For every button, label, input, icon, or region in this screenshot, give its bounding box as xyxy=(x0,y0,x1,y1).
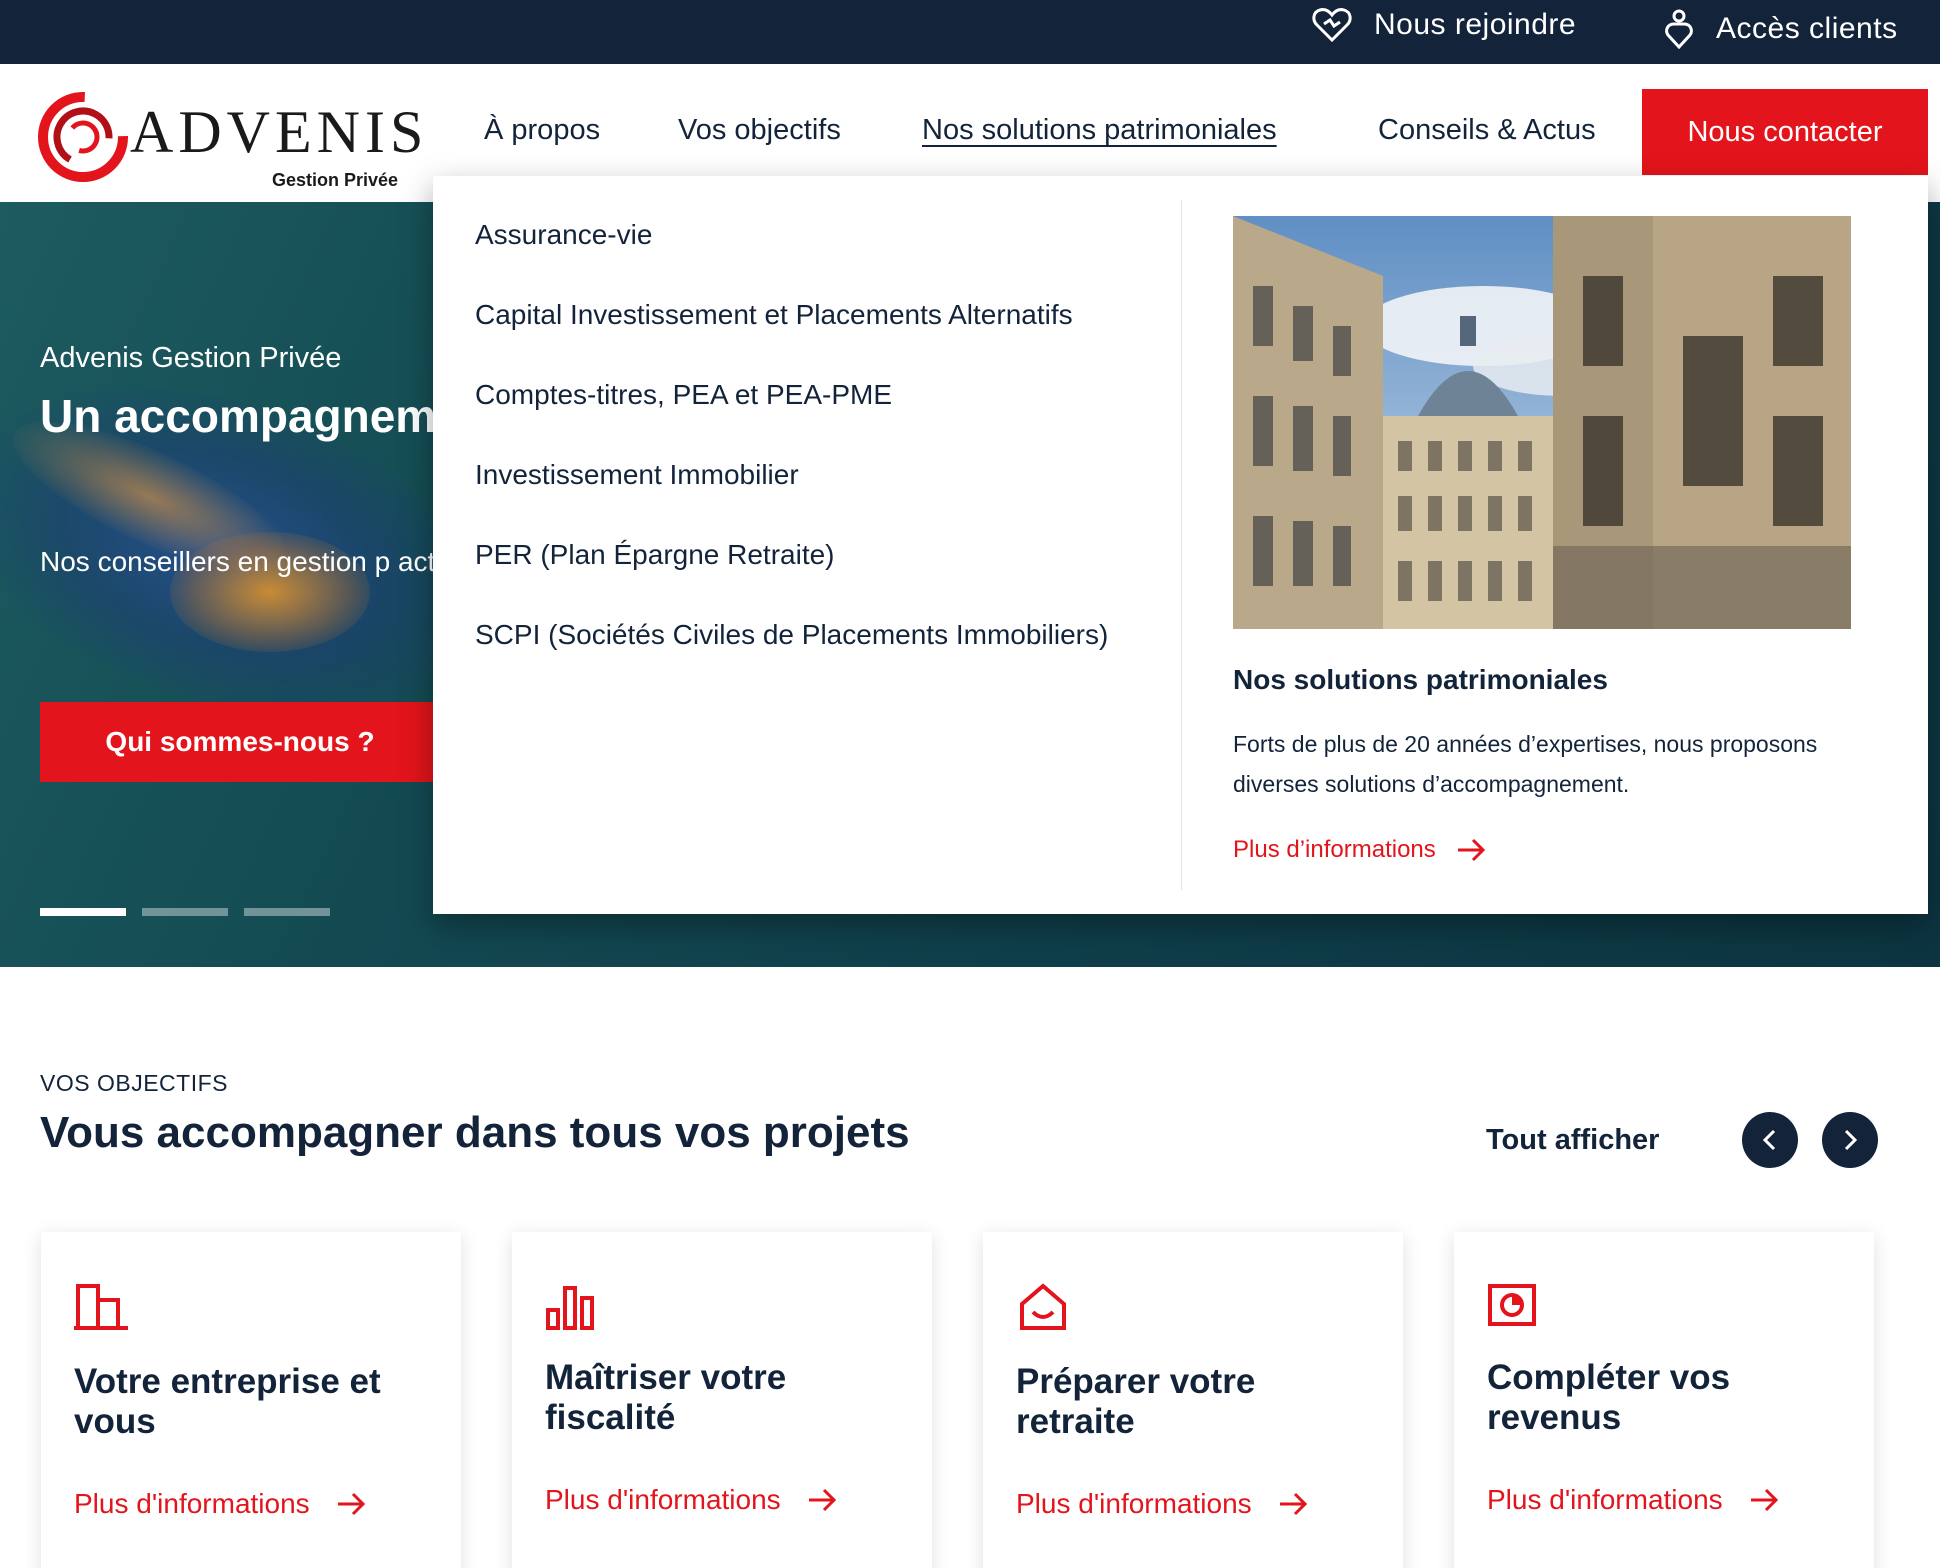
card-more-link[interactable]: Plus d'informations xyxy=(545,1484,837,1516)
heart-icon xyxy=(1312,8,1352,43)
nav-solutions[interactable]: Nos solutions patrimoniales xyxy=(922,114,1277,147)
building-icon xyxy=(74,1284,128,1330)
logo-swirl-icon xyxy=(38,92,128,182)
hero-kicker: Advenis Gestion Privée xyxy=(40,342,342,374)
promo-card-title: Nos solutions patrimoniales xyxy=(1233,664,1608,695)
carousel-dot[interactable] xyxy=(142,908,228,916)
user-icon xyxy=(1665,9,1693,49)
card-more-label: Plus d'informations xyxy=(1016,1488,1252,1519)
chevron-left-icon xyxy=(1762,1129,1776,1151)
join-us-link[interactable]: Nous rejoindre xyxy=(1312,0,1576,50)
top-utility-bar: Nous rejoindre Accès clients xyxy=(0,0,1940,64)
solutions-dropdown-menu: Assurance-vie Capital Investissement et … xyxy=(433,176,1928,914)
carousel-dot[interactable] xyxy=(40,908,126,916)
menu-item-securities-accounts[interactable]: Comptes-titres, PEA et PEA-PME xyxy=(475,372,1175,418)
paris-buildings-image xyxy=(1233,216,1851,629)
promo-more-label: Plus d’informations xyxy=(1233,836,1436,863)
nav-about[interactable]: À propos xyxy=(484,114,600,147)
card-more-label: Plus d'informations xyxy=(74,1488,310,1519)
nav-objectives[interactable]: Vos objectifs xyxy=(678,114,841,147)
pie-chart-icon xyxy=(1488,1284,1536,1326)
client-access-label: Accès clients xyxy=(1716,12,1898,45)
contact-button[interactable]: Nous contacter xyxy=(1642,89,1928,175)
menu-item-scpi[interactable]: SCPI (Sociétés Civiles de Placements Imm… xyxy=(475,612,1175,658)
see-all-link[interactable]: Tout afficher xyxy=(1486,1124,1659,1157)
menu-divider xyxy=(1181,200,1182,890)
section-kicker: VOS OBJECTIFS xyxy=(40,1070,228,1096)
objective-card[interactable]: Compléter vos revenus Plus d'information… xyxy=(1454,1232,1874,1568)
arrow-right-icon xyxy=(1457,838,1485,862)
objective-card[interactable]: Préparer votre retraite Plus d'informati… xyxy=(983,1232,1403,1568)
promo-card-text: Forts de plus de 20 années d’expertises,… xyxy=(1233,731,1818,797)
card-more-link[interactable]: Plus d'informations xyxy=(1487,1484,1779,1516)
card-title: Compléter vos revenus xyxy=(1487,1358,1731,1437)
menu-item-life-insurance[interactable]: Assurance-vie xyxy=(475,212,1175,258)
card-more-link[interactable]: Plus d'informations xyxy=(74,1488,366,1520)
arrow-right-icon xyxy=(1279,1492,1307,1516)
objective-card[interactable]: Votre entreprise et vous Plus d'informat… xyxy=(41,1232,461,1568)
menu-item-per[interactable]: PER (Plan Épargne Retraite) xyxy=(475,532,1175,578)
carousel-dot[interactable] xyxy=(244,908,330,916)
promo-more-link[interactable]: Plus d’informations xyxy=(1233,836,1486,864)
home-smile-icon xyxy=(1020,1283,1066,1330)
card-title: Maîtriser votre fiscalité xyxy=(545,1358,787,1437)
advenis-logo[interactable]: ADVENIS Gestion Privée xyxy=(38,88,423,190)
card-more-label: Plus d'informations xyxy=(1487,1484,1723,1515)
logo-subtitle: Gestion Privée xyxy=(272,170,399,190)
bar-chart-icon xyxy=(546,1286,594,1330)
nav-advice-news[interactable]: Conseils & Actus xyxy=(1378,114,1596,147)
menu-item-real-estate[interactable]: Investissement Immobilier xyxy=(475,452,1175,498)
who-are-we-button[interactable]: Qui sommes-nous ? xyxy=(40,702,440,782)
client-access-link[interactable]: Accès clients xyxy=(1664,4,1898,54)
solutions-links: Assurance-vie Capital Investissement et … xyxy=(475,212,1175,692)
carousel-prev-button[interactable] xyxy=(1742,1112,1798,1168)
card-more-link[interactable]: Plus d'informations xyxy=(1016,1488,1308,1520)
section-title: Vous accompagner dans tous vos projets xyxy=(40,1108,910,1157)
carousel-indicators xyxy=(40,908,346,916)
logo-wordmark: ADVENIS xyxy=(130,99,429,165)
join-us-label: Nous rejoindre xyxy=(1374,8,1577,41)
arrow-right-icon xyxy=(808,1488,836,1512)
carousel-next-button[interactable] xyxy=(1822,1112,1878,1168)
card-more-label: Plus d'informations xyxy=(545,1484,781,1515)
menu-item-private-equity[interactable]: Capital Investissement et Placements Alt… xyxy=(475,292,1175,338)
card-title: Votre entreprise et vous xyxy=(74,1362,381,1441)
chevron-right-icon xyxy=(1844,1129,1858,1151)
arrow-right-icon xyxy=(1750,1488,1778,1512)
objective-card[interactable]: Maîtriser votre fiscalité Plus d'informa… xyxy=(512,1232,932,1568)
card-title: Préparer votre retraite xyxy=(1016,1362,1256,1441)
arrow-right-icon xyxy=(337,1492,365,1516)
